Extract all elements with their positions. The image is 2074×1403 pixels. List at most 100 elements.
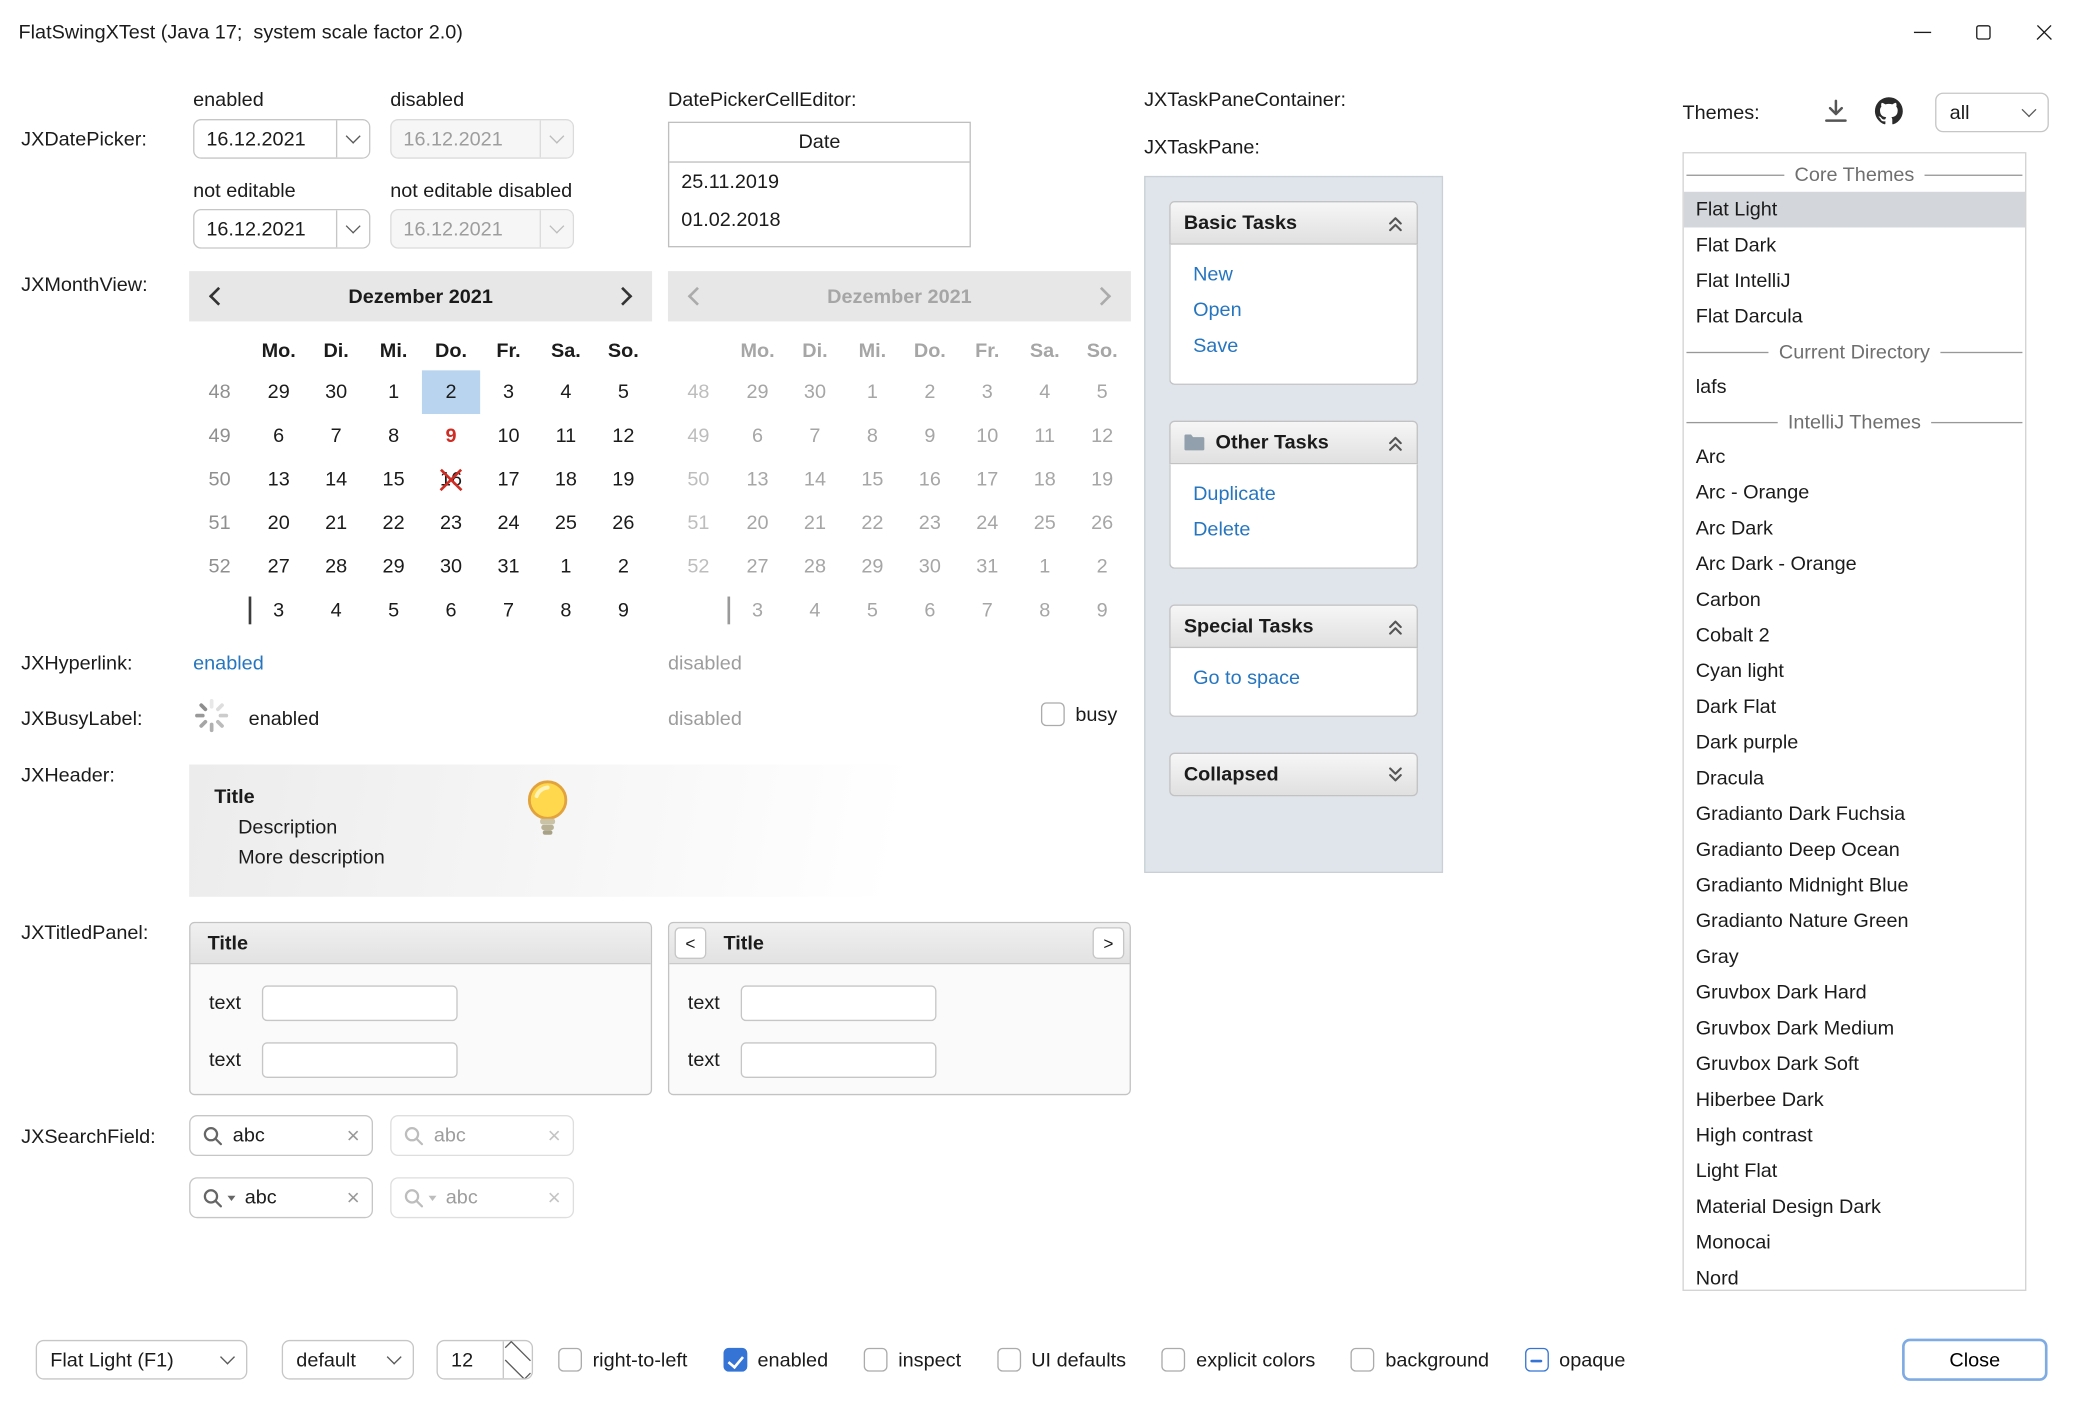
theme-list-item[interactable]: Flat IntelliJ bbox=[1684, 263, 2025, 299]
calendar-day-cell[interactable]: 10 bbox=[480, 414, 537, 458]
calendar-day-cell[interactable]: 6 bbox=[250, 414, 307, 458]
text-input[interactable] bbox=[262, 985, 458, 1021]
theme-list-item[interactable]: Hiberbee Dark bbox=[1684, 1082, 2025, 1118]
theme-list-item[interactable]: Dark Flat bbox=[1684, 689, 2025, 725]
theme-list-item[interactable]: High contrast bbox=[1684, 1118, 2025, 1154]
calendar-day-cell[interactable]: 24 bbox=[480, 501, 537, 545]
calendar-day-cell[interactable]: 7 bbox=[480, 589, 537, 633]
style-combobox[interactable]: default bbox=[282, 1340, 414, 1380]
theme-list-item[interactable]: Flat Darcula bbox=[1684, 299, 2025, 335]
calendar-day-cell[interactable]: 19 bbox=[595, 458, 652, 502]
taskpane-header[interactable]: Collapsed bbox=[1169, 753, 1418, 797]
themes-list[interactable]: Core ThemesFlat LightFlat DarkFlat Intel… bbox=[1682, 152, 2026, 1291]
calendar-day-cell[interactable]: 29 bbox=[365, 545, 422, 589]
calendar-day-cell[interactable]: 12 bbox=[595, 414, 652, 458]
calendar-day-cell[interactable]: 23 bbox=[422, 501, 479, 545]
calendar-day-cell[interactable]: 9 bbox=[595, 589, 652, 633]
calendar-day-cell[interactable]: 3 bbox=[250, 589, 307, 633]
datepicker-dropdown-button[interactable] bbox=[336, 120, 369, 157]
theme-list-item[interactable]: Cobalt 2 bbox=[1684, 618, 2025, 654]
theme-list-item[interactable]: Dracula bbox=[1684, 761, 2025, 797]
calendar-day-cell[interactable]: 18 bbox=[537, 458, 594, 502]
collapse-icon[interactable] bbox=[1388, 618, 1404, 634]
calendar-next-icon[interactable] bbox=[607, 278, 644, 315]
calendar-day-cell[interactable]: 29 bbox=[250, 370, 307, 414]
theme-list-item[interactable]: Cyan light bbox=[1684, 653, 2025, 689]
datepicker-not-editable[interactable]: 16.12.2021 bbox=[193, 209, 370, 249]
calendar-day-cell[interactable]: 5 bbox=[365, 589, 422, 633]
datepicker-enabled[interactable]: 16.12.2021 bbox=[193, 119, 370, 159]
theme-list-item[interactable]: Arc - Orange bbox=[1684, 475, 2025, 511]
github-button[interactable] bbox=[1873, 95, 1905, 131]
task-link[interactable]: New bbox=[1193, 257, 1417, 293]
task-link[interactable]: Open bbox=[1193, 292, 1417, 328]
theme-list-item[interactable]: Nord bbox=[1684, 1261, 2025, 1291]
checkbox-explicit-colors[interactable]: explicit colors bbox=[1162, 1348, 1315, 1372]
text-input[interactable] bbox=[741, 1042, 937, 1078]
theme-list-item[interactable]: Dark purple bbox=[1684, 725, 2025, 761]
theme-list-item[interactable]: Flat Light bbox=[1684, 192, 2025, 228]
nav-left-button[interactable]: < bbox=[675, 927, 707, 959]
theme-list-item[interactable]: Gradianto Nature Green bbox=[1684, 903, 2025, 939]
calendar-day-cell[interactable]: 9 bbox=[422, 414, 479, 458]
calendar-day-cell[interactable]: 16 bbox=[422, 458, 479, 502]
close-window-button[interactable] bbox=[2013, 0, 2074, 63]
theme-list-item[interactable]: Light Flat bbox=[1684, 1153, 2025, 1189]
taskpane-header[interactable]: Special Tasks bbox=[1169, 604, 1418, 648]
calendar-day-cell[interactable]: 17 bbox=[480, 458, 537, 502]
search-input-value[interactable]: abc bbox=[245, 1186, 347, 1208]
maximize-button[interactable] bbox=[1952, 0, 2013, 63]
calendar-day-cell[interactable]: 8 bbox=[365, 414, 422, 458]
theme-list-item[interactable]: Flat Dark bbox=[1684, 228, 2025, 264]
close-button[interactable]: Close bbox=[1902, 1339, 2047, 1381]
theme-list-item[interactable]: Gruvbox Dark Medium bbox=[1684, 1011, 2025, 1047]
calendar-day-cell[interactable]: 2 bbox=[422, 370, 479, 414]
theme-list-item[interactable]: Monocai bbox=[1684, 1225, 2025, 1261]
calendar-day-cell[interactable]: 1 bbox=[365, 370, 422, 414]
theme-list-item[interactable]: Material Design Dark bbox=[1684, 1189, 2025, 1225]
monthview-calendar[interactable]: Dezember 2021Mo.Di.Mi.Do.Fr.Sa.So.482930… bbox=[189, 271, 652, 632]
task-link[interactable]: Go to space bbox=[1193, 660, 1417, 696]
search-input-value[interactable]: abc bbox=[233, 1124, 347, 1146]
calendar-day-cell[interactable]: 15 bbox=[365, 458, 422, 502]
hyperlink-enabled[interactable]: enabled bbox=[193, 652, 264, 674]
nav-right-button[interactable]: > bbox=[1093, 927, 1125, 959]
task-link[interactable]: Save bbox=[1193, 328, 1417, 364]
calendar-day-cell[interactable]: 6 bbox=[422, 589, 479, 633]
download-themes-button[interactable] bbox=[1823, 98, 1849, 128]
calendar-day-cell[interactable]: 26 bbox=[595, 501, 652, 545]
theme-list-item[interactable]: lafs bbox=[1684, 369, 2025, 405]
collapse-icon[interactable] bbox=[1388, 435, 1404, 451]
calendar-day-cell[interactable]: 5 bbox=[595, 370, 652, 414]
calendar-day-cell[interactable]: 4 bbox=[537, 370, 594, 414]
checkbox-ui-defaults[interactable]: UI defaults bbox=[997, 1348, 1126, 1372]
text-input[interactable] bbox=[741, 985, 937, 1021]
checkbox-opaque[interactable]: opaque bbox=[1525, 1348, 1626, 1372]
text-input[interactable] bbox=[262, 1042, 458, 1078]
calendar-day-cell[interactable]: 13 bbox=[250, 458, 307, 502]
table-column-header[interactable]: Date bbox=[669, 123, 969, 163]
datepicker-dropdown-button[interactable] bbox=[336, 210, 369, 247]
calendar-day-cell[interactable]: 25 bbox=[537, 501, 594, 545]
clear-icon[interactable]: × bbox=[347, 1186, 360, 1208]
calendar-day-cell[interactable]: 3 bbox=[480, 370, 537, 414]
taskpane-header[interactable]: Basic Tasks bbox=[1169, 201, 1418, 245]
taskpane-header[interactable]: Other Tasks bbox=[1169, 421, 1418, 465]
checkbox-enabled[interactable]: enabled bbox=[723, 1348, 828, 1372]
search-menu-icon[interactable] bbox=[202, 1187, 235, 1208]
laf-combobox[interactable]: Flat Light (F1) bbox=[36, 1340, 248, 1380]
busy-checkbox[interactable]: busy bbox=[1041, 702, 1117, 726]
theme-list-item[interactable]: Gruvbox Dark Hard bbox=[1684, 975, 2025, 1011]
calendar-day-cell[interactable]: 28 bbox=[307, 545, 364, 589]
checkbox-right-to-left[interactable]: right-to-left bbox=[558, 1348, 687, 1372]
calendar-day-cell[interactable]: 27 bbox=[250, 545, 307, 589]
table-row[interactable]: 25.11.2019 bbox=[669, 163, 969, 201]
collapse-icon[interactable] bbox=[1388, 215, 1404, 231]
datepicker-value[interactable]: 16.12.2021 bbox=[194, 120, 336, 157]
theme-list-item[interactable]: Carbon bbox=[1684, 582, 2025, 618]
clear-icon[interactable]: × bbox=[347, 1124, 360, 1146]
task-link[interactable]: Delete bbox=[1193, 512, 1417, 548]
search-field-with-menu[interactable]: abc × bbox=[189, 1177, 373, 1218]
checkbox-background[interactable]: background bbox=[1351, 1348, 1489, 1372]
theme-list-item[interactable]: Gruvbox Dark Soft bbox=[1684, 1046, 2025, 1082]
